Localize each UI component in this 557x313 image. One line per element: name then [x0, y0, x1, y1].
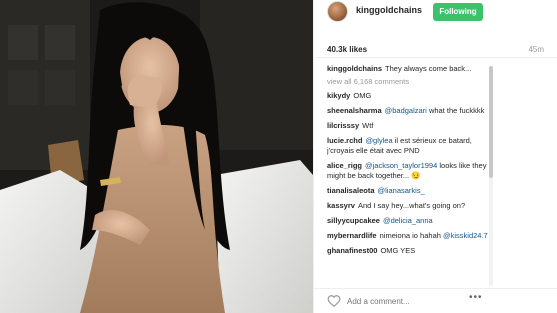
add-comment-input[interactable] [347, 294, 467, 308]
comment-item: sillyycupcakee @delicia_anna [327, 216, 489, 226]
heart-icon[interactable] [327, 294, 341, 308]
comment-item: lucie.rchd @glylea il est sérieux ce bata… [327, 136, 489, 156]
comment-username[interactable]: kikydy [327, 91, 350, 100]
comment-item: ghanafinest00 OMG YES [327, 246, 489, 256]
more-options-button[interactable]: ••• [469, 292, 483, 303]
post-details-panel: kinggoldchains Following 40.3k likes 45m… [313, 0, 557, 313]
comment-text: And I say hey...what's going on? [357, 201, 466, 210]
comment-text: nimeiona io hahah [379, 231, 441, 240]
comment-username[interactable]: lucie.rchd [327, 136, 362, 145]
comment-mention[interactable]: @jackson_taylor1994 [365, 161, 437, 170]
comment-text: OMG [353, 91, 372, 100]
caption: kinggoldchains They always come back... [327, 64, 489, 74]
comment-text: what the fuckkkk [428, 106, 485, 115]
likes-count[interactable]: 40.3k likes [327, 45, 367, 54]
comment-username[interactable]: sheenalsharma [327, 106, 382, 115]
scrollbar-thumb[interactable] [489, 66, 493, 178]
comment-item: kassyrv And I say hey...what's going on? [327, 201, 489, 211]
caption-text: They always come back... [385, 64, 472, 73]
comment-username[interactable]: tianalisaleota [327, 186, 375, 195]
comment-item: kikydy OMG [327, 91, 489, 101]
comment-item: tianalisaleota @lianasarkis_ [327, 186, 489, 196]
caption-username[interactable]: kinggoldchains [327, 64, 382, 73]
comments-scrollbar[interactable] [489, 66, 493, 286]
avatar[interactable] [327, 1, 348, 22]
following-button[interactable]: Following [433, 3, 483, 21]
post-time: 45m [528, 45, 544, 54]
comment-username[interactable]: alice_rigg [327, 161, 362, 170]
comment-mention[interactable]: @badgalzari [385, 106, 427, 115]
username[interactable]: kinggoldchains [356, 5, 422, 15]
comment-item: lilcrisssy Wtf [327, 121, 489, 131]
comment-username[interactable]: sillyycupcakee [327, 216, 380, 225]
comments-list[interactable]: kinggoldchains They always come back... v… [327, 64, 489, 286]
view-all-comments-link[interactable]: view all 6,168 comments [327, 77, 489, 86]
comment-username[interactable]: lilcrisssy [327, 121, 359, 130]
comment-item: alice_rigg @jackson_taylor1994 looks like… [327, 161, 489, 181]
comment-text: Wtf [362, 121, 374, 130]
comment-mention[interactable]: @delicia_anna [383, 216, 433, 225]
post-photo[interactable] [0, 0, 313, 313]
post-footer: ••• [314, 288, 557, 313]
comment-username[interactable]: mybernardlife [327, 231, 377, 240]
comment-item: sheenalsharma @badgalzari what the fuckkk… [327, 106, 489, 116]
comment-text: OMG YES [380, 246, 416, 255]
photo-illustration [0, 0, 313, 313]
comment-mention[interactable]: @glylea [365, 136, 392, 145]
comment-mention[interactable]: @lianasarkis_ [378, 186, 425, 195]
comment-username[interactable]: kassyrv [327, 201, 355, 210]
comment-username[interactable]: ghanafinest00 [327, 246, 377, 255]
comment-mention[interactable]: @kisskid24.7 [443, 231, 488, 240]
comment-item: mybernardlife nimeiona io hahah @kisskid2… [327, 231, 489, 241]
post-header: kinggoldchains Following 40.3k likes 45m [314, 0, 557, 58]
